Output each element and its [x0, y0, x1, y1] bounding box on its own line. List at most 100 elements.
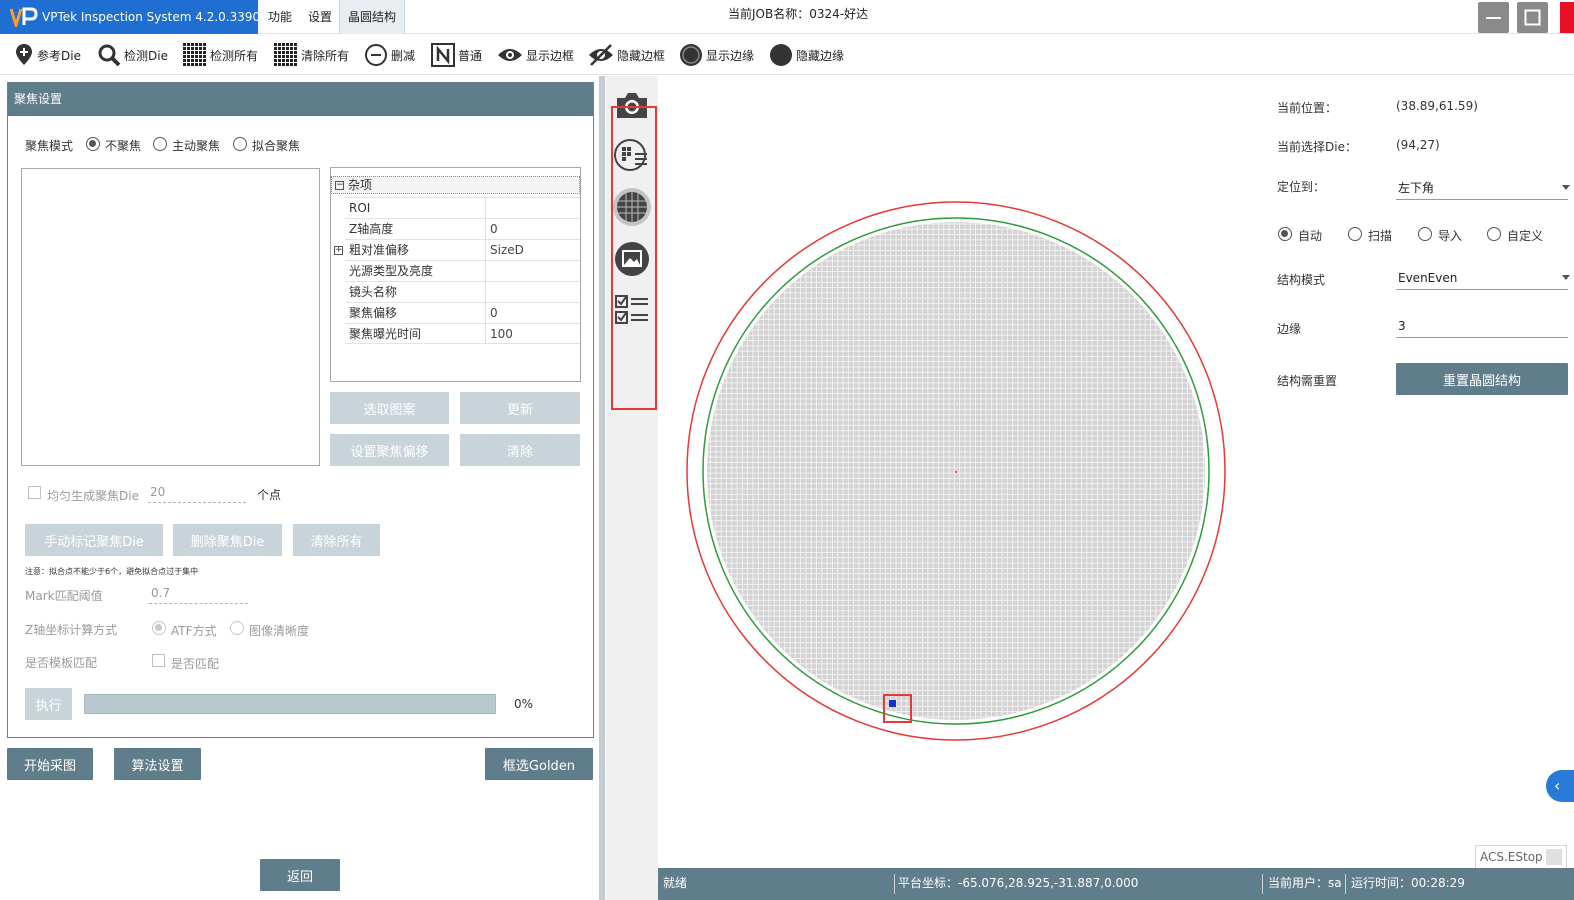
radio-scan[interactable]: [1348, 227, 1362, 241]
clear-button[interactable]: 清除: [460, 434, 580, 466]
clear-all-focus-button[interactable]: 清除所有: [293, 524, 380, 556]
template-match-check-label: 是否匹配: [171, 657, 220, 671]
property-key: Z轴高度: [349, 222, 394, 236]
property-key: 镜头名称: [349, 285, 398, 299]
tool-label: 参考Die: [37, 48, 81, 63]
property-row[interactable]: 光源类型及亮度: [345, 260, 580, 281]
property-row[interactable]: 镜头名称: [345, 281, 580, 302]
wafer-map-area[interactable]: [658, 76, 1260, 868]
tool-reference-die[interactable]: 参考Die: [14, 35, 81, 75]
tool-hide-edge[interactable]: 隐藏边缘: [769, 35, 844, 75]
radio-auto[interactable]: [1278, 227, 1292, 241]
uniform-die-label: 均匀生成聚焦Die: [47, 489, 139, 503]
minimize-icon: [1486, 17, 1501, 19]
menu-function[interactable]: 功能: [260, 0, 300, 34]
radio-custom[interactable]: [1487, 227, 1501, 241]
uniform-count-input[interactable]: 20: [148, 483, 246, 503]
title-bar: VPTek Inspection System 4.2.0.3390 功能 设置…: [0, 0, 1574, 34]
menu-settings[interactable]: 设置: [300, 0, 340, 34]
wafer-map[interactable]: [658, 76, 1260, 868]
select-pattern-button[interactable]: 选取图案: [330, 392, 449, 424]
property-row[interactable]: Z轴高度 0: [345, 218, 580, 239]
eye-off-icon: [589, 44, 613, 66]
tool-label: 隐藏边框: [617, 48, 666, 63]
estop-indicator: ACS.EStop: [1475, 845, 1567, 869]
algorithm-settings-button[interactable]: 算法设置: [114, 748, 201, 780]
mark-threshold-input[interactable]: 0.7: [149, 584, 248, 604]
dot-icon: [770, 44, 792, 66]
reset-wafer-structure-button[interactable]: 重置晶圆结构: [1396, 363, 1568, 395]
tool-inspect-die[interactable]: 检测Die: [97, 35, 168, 75]
tool-trim[interactable]: 删减: [364, 35, 415, 75]
progress-bar: [84, 694, 496, 714]
template-match-checkbox[interactable]: [152, 654, 165, 667]
collapse-panel-button[interactable]: ‹: [1546, 770, 1574, 802]
execute-button[interactable]: 执行: [25, 688, 72, 720]
property-value[interactable]: [485, 282, 580, 302]
category-label: 杂项: [348, 178, 373, 192]
radio-active-focus[interactable]: [153, 137, 167, 151]
menu-wafer-structure[interactable]: 晶圆结构: [339, 0, 406, 34]
radio-label: ATF方式: [171, 624, 217, 638]
property-value[interactable]: [485, 198, 580, 218]
start-capture-button[interactable]: 开始采图: [7, 748, 93, 780]
property-value[interactable]: 100: [485, 324, 580, 344]
app-title-text: VPTek Inspection System 4.2.0.3390: [42, 10, 261, 24]
tool-inspect-all[interactable]: 检测所有: [183, 35, 258, 75]
property-value[interactable]: 0: [485, 219, 580, 239]
status-bar: 就绪 平台坐标：-65.076,28.925,-31.887,0.000 当前用…: [658, 868, 1574, 900]
current-die-value: (94,27): [1396, 138, 1440, 152]
property-row[interactable]: ROI: [345, 197, 580, 218]
panel-splitter[interactable]: [599, 76, 605, 900]
edge-input[interactable]: 3: [1396, 314, 1568, 338]
maximize-button[interactable]: [1517, 2, 1548, 33]
close-button[interactable]: [1560, 2, 1574, 33]
status-divider: [894, 874, 895, 894]
chevron-left-icon: ‹: [1554, 776, 1561, 795]
panel-header: 聚焦设置: [8, 83, 593, 116]
radio-label: 自动: [1298, 229, 1323, 243]
minimize-button[interactable]: [1478, 2, 1509, 33]
property-category[interactable]: − 杂项: [331, 176, 580, 194]
tool-label: 检测所有: [210, 48, 259, 63]
uniform-die-checkbox[interactable]: [28, 486, 41, 499]
update-button[interactable]: 更新: [460, 392, 580, 424]
expand-icon[interactable]: +: [334, 246, 343, 255]
locate-label: 定位到：: [1277, 180, 1326, 194]
select-golden-button[interactable]: 框选Golden: [485, 748, 593, 780]
radio-import[interactable]: [1418, 227, 1432, 241]
ring-icon: [680, 44, 702, 66]
property-key: 粗对准偏移: [349, 243, 410, 257]
delete-focus-die-button[interactable]: 删除聚焦Die: [173, 524, 282, 556]
radio-no-focus[interactable]: [86, 137, 100, 151]
minus-circle-icon: [365, 44, 387, 66]
property-value[interactable]: SizeD: [485, 240, 580, 260]
property-value[interactable]: 0: [485, 303, 580, 323]
focus-die-list[interactable]: [21, 168, 320, 466]
tool-show-border[interactable]: 显示边框: [497, 35, 574, 75]
tool-normal[interactable]: 普通: [431, 35, 482, 75]
property-grid[interactable]: − 杂项 ROI Z轴高度 0 + 粗对准偏移 SizeD 光源类型及亮度 镜头名称 …: [330, 167, 581, 382]
tool-clear-all[interactable]: 清除所有: [274, 35, 349, 75]
estop-label: ACS.EStop: [1480, 850, 1543, 864]
app-title: VPTek Inspection System 4.2.0.3390: [0, 0, 261, 34]
toolbar: 参考Die 检测Die 检测所有 清除所有 删减 普通 显示边框 隐藏边框 显示…: [0, 35, 1574, 75]
fit-note: 注意：拟合点不能少于6个，避免拟合点过于集中: [25, 567, 199, 576]
structure-mode-select[interactable]: EvenEven: [1396, 266, 1570, 290]
tool-show-edge[interactable]: 显示边缘: [679, 35, 754, 75]
locate-select[interactable]: 左下角: [1396, 176, 1570, 200]
collapse-icon[interactable]: −: [335, 181, 344, 190]
current-user: 当前用户：sa: [1268, 876, 1342, 890]
manual-mark-die-button[interactable]: 手动标记聚焦Die: [25, 524, 163, 556]
property-row[interactable]: 聚焦偏移 0: [345, 302, 580, 323]
set-focus-offset-button[interactable]: 设置聚焦偏移: [330, 434, 449, 466]
property-row[interactable]: + 粗对准偏移 SizeD: [334, 239, 580, 260]
property-row[interactable]: 聚焦曝光时间 100: [345, 323, 580, 344]
property-value[interactable]: [485, 261, 580, 281]
radio-fit-focus[interactable]: [233, 137, 247, 151]
radio-atf[interactable]: [152, 621, 166, 635]
tool-hide-border[interactable]: 隐藏边框: [588, 35, 665, 75]
radio-image-sharpness[interactable]: [230, 621, 244, 635]
selected-die[interactable]: [889, 700, 896, 707]
back-button[interactable]: 返回: [260, 859, 340, 891]
